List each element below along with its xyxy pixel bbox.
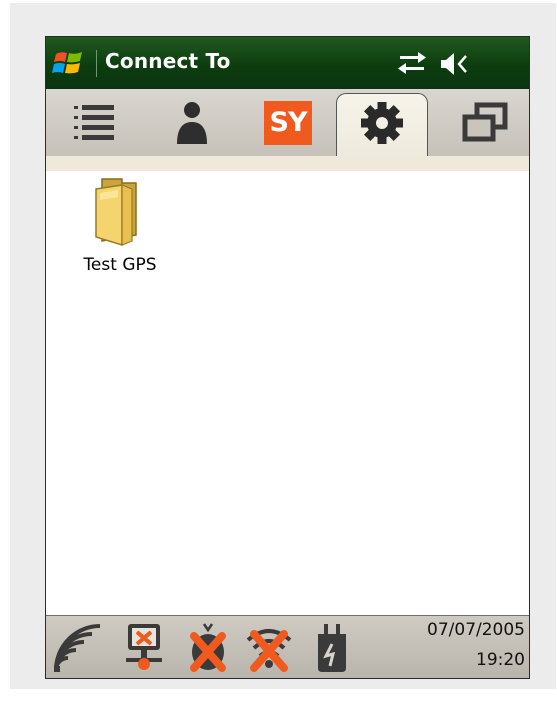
sy-logo-icon: SY xyxy=(264,100,312,145)
content-area: Test GPS xyxy=(46,171,529,615)
sy-logo-text: SY xyxy=(269,107,308,138)
windows-icon xyxy=(462,102,508,141)
tab-content-divider xyxy=(46,156,529,171)
status-date: 07/07/2005 xyxy=(427,620,525,640)
tab-sy[interactable]: SY xyxy=(256,89,320,156)
title-bar: Connect To xyxy=(46,37,529,89)
title-separator xyxy=(96,50,97,77)
window-title: Connect To xyxy=(105,49,231,73)
pocket-pc-window: Connect To SY Test GPS 07/07/2005 19:20 xyxy=(45,36,530,679)
gear-icon xyxy=(361,101,403,144)
gps-off-icon[interactable] xyxy=(186,622,230,674)
tab-windows[interactable] xyxy=(450,89,520,156)
tab-bar: SY xyxy=(46,89,529,157)
folder-item[interactable]: Test GPS xyxy=(72,175,168,285)
list-icon xyxy=(74,104,114,140)
folder-label: Test GPS xyxy=(83,255,157,275)
tab-contacts[interactable] xyxy=(160,89,224,156)
status-time: 19:20 xyxy=(476,650,525,670)
wifi-off-icon[interactable] xyxy=(244,622,294,674)
windows-start-icon[interactable] xyxy=(52,48,86,78)
connectivity-icon[interactable] xyxy=(396,50,428,78)
volume-icon[interactable] xyxy=(438,50,470,78)
contact-icon xyxy=(177,101,207,144)
power-plug-icon[interactable] xyxy=(314,622,350,674)
network-disconnected-icon[interactable] xyxy=(122,622,166,674)
tab-list[interactable] xyxy=(62,89,126,156)
signal-icon[interactable] xyxy=(52,622,108,674)
tab-settings[interactable] xyxy=(350,89,414,156)
status-bar: 07/07/2005 19:20 xyxy=(46,615,529,678)
folder-icon xyxy=(95,178,137,247)
